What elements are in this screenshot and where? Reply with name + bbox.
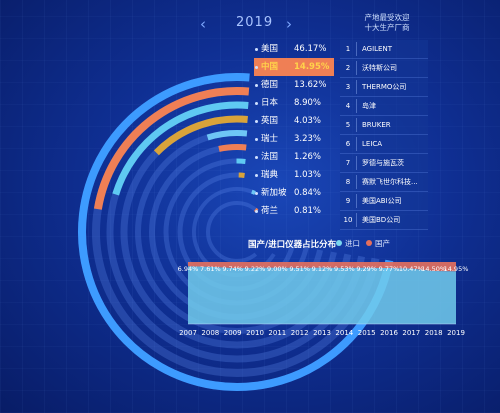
legend-import[interactable]: 进口: [336, 239, 360, 249]
data-label: 9.51%: [289, 265, 310, 273]
x-tick-label: 2014: [335, 329, 353, 337]
data-label: 10.47%: [399, 265, 424, 273]
import-area[interactable]: [188, 266, 456, 324]
x-tick-label: 2009: [224, 329, 242, 337]
x-tick-label: 2010: [246, 329, 264, 337]
data-label: 9.77%: [379, 265, 400, 273]
data-label: 6.94%: [178, 265, 199, 273]
x-tick-label: 2017: [402, 329, 420, 337]
import-domestic-ratio-chart: 6.94% 2007 7.61% 2008 9.74% 2009 9.22% 2010 9.00…: [178, 262, 469, 337]
legend-domestic[interactable]: 国产: [366, 239, 390, 249]
x-tick-label: 2013: [313, 329, 331, 337]
data-label: 9.74%: [222, 265, 243, 273]
x-tick-label: 2007: [179, 329, 197, 337]
x-tick-label: 2012: [291, 329, 309, 337]
data-label: 14.50%: [421, 265, 446, 273]
data-label: 9.29%: [356, 265, 377, 273]
legend-domestic-swatch: [366, 240, 372, 246]
data-label: 14.95%: [444, 265, 469, 273]
data-label: 9.00%: [267, 265, 288, 273]
x-tick-label: 2011: [268, 329, 286, 337]
legend-import-swatch: [336, 240, 342, 246]
data-label: 9.22%: [245, 265, 266, 273]
x-tick-label: 2015: [358, 329, 376, 337]
data-label: 7.61%: [200, 265, 221, 273]
x-tick-label: 2019: [447, 329, 465, 337]
ratio-chart-title: 国产/进口仪器占比分布: [248, 240, 337, 250]
x-tick-label: 2016: [380, 329, 398, 337]
x-tick-label: 2008: [201, 329, 219, 337]
x-tick-label: 2018: [425, 329, 443, 337]
data-label: 9.53%: [334, 265, 355, 273]
data-label: 9.12%: [312, 265, 333, 273]
